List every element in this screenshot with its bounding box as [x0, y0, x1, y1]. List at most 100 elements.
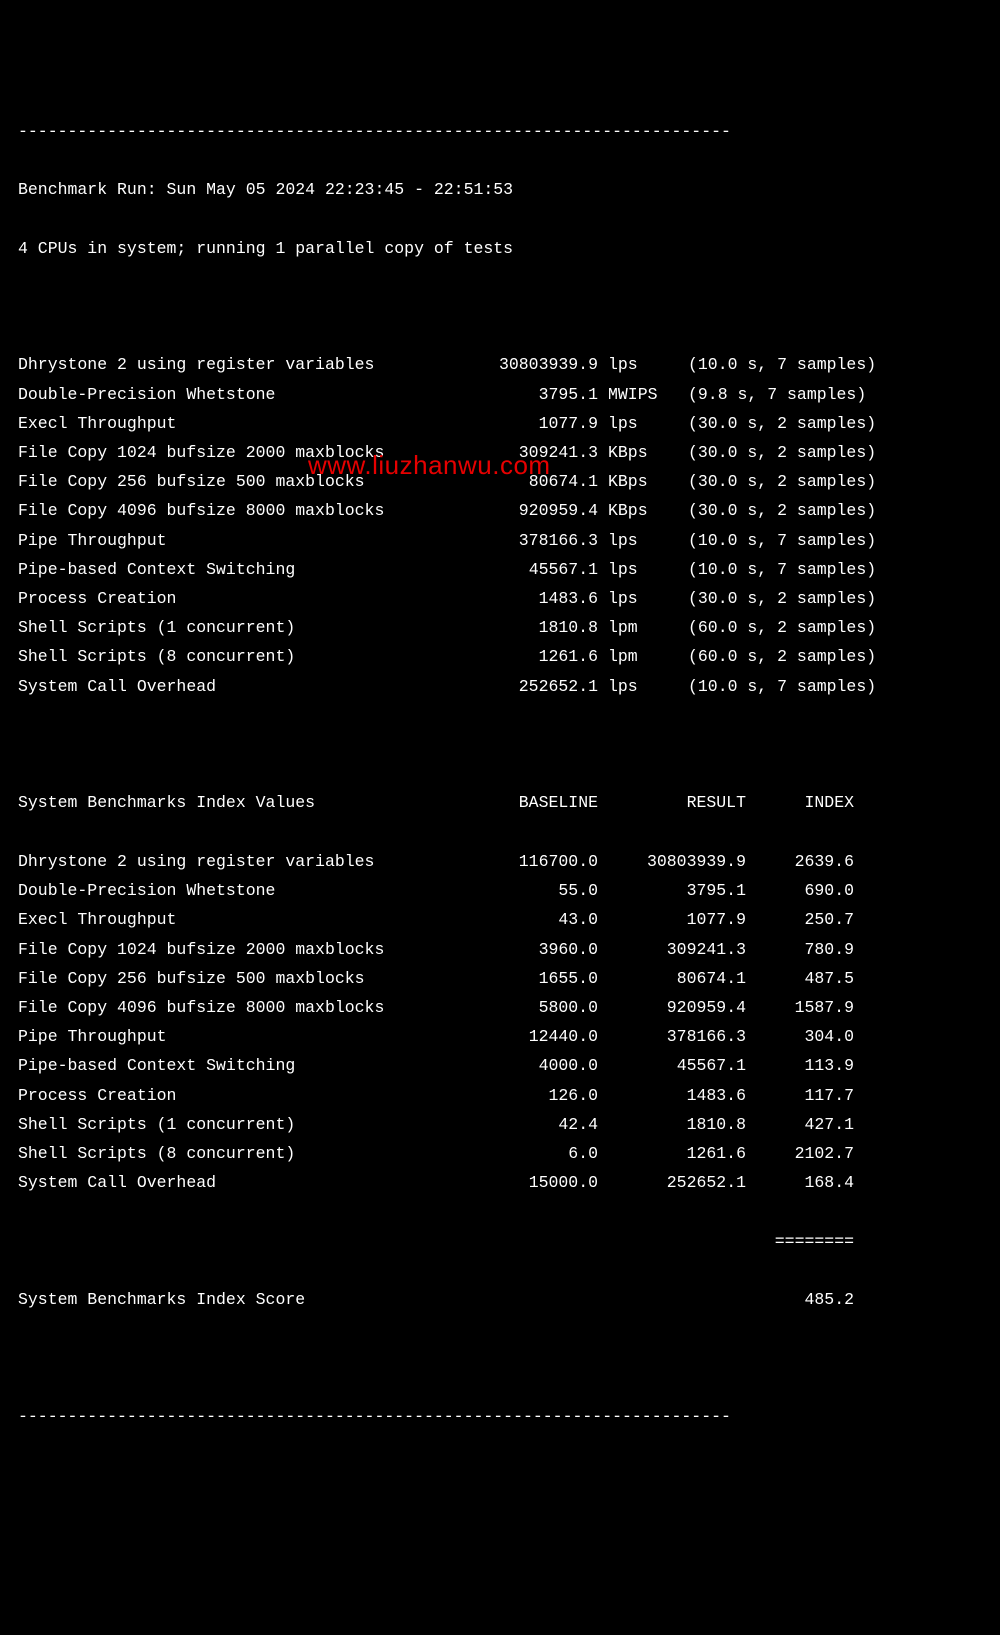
index-row: Shell Scripts (1 concurrent)42.41810.842… [18, 1110, 982, 1139]
index-row: File Copy 256 bufsize 500 maxblocks1655.… [18, 964, 982, 993]
index-name: File Copy 1024 bufsize 2000 maxblocks [18, 935, 463, 964]
test-timing: (10.0 s, 7 samples) [658, 555, 876, 584]
index-header-index: INDEX [746, 788, 854, 817]
test-value: 252652.1 [463, 672, 598, 701]
blank-line [18, 1343, 982, 1372]
index-index: 1587.9 [746, 993, 854, 1022]
index-baseline: 43.0 [463, 905, 598, 934]
test-value: 3795.1 [463, 380, 598, 409]
test-row: Pipe-based Context Switching45567.1lps(1… [18, 555, 982, 584]
index-result: 378166.3 [598, 1022, 746, 1051]
index-baseline: 4000.0 [463, 1051, 598, 1080]
benchmark-tests-block: Dhrystone 2 using register variables3080… [18, 350, 982, 700]
index-index: 168.4 [746, 1168, 854, 1197]
test-name: Pipe-based Context Switching [18, 555, 463, 584]
test-value: 1483.6 [463, 584, 598, 613]
test-timing: (30.0 s, 2 samples) [658, 496, 876, 525]
index-row: Shell Scripts (8 concurrent)6.01261.6210… [18, 1139, 982, 1168]
index-name: Pipe-based Context Switching [18, 1051, 463, 1080]
test-unit: KBps [598, 496, 658, 525]
separator-bottom: ----------------------------------------… [18, 1402, 982, 1431]
test-timing: (30.0 s, 2 samples) [658, 467, 876, 496]
test-unit: lps [598, 555, 658, 584]
index-table-block: Dhrystone 2 using register variables1167… [18, 847, 982, 1197]
index-result: 3795.1 [598, 876, 746, 905]
test-unit: lps [598, 409, 658, 438]
index-result: 80674.1 [598, 964, 746, 993]
index-name: File Copy 4096 bufsize 8000 maxblocks [18, 993, 463, 1022]
equals-line: ======== [18, 1227, 854, 1256]
index-name: Dhrystone 2 using register variables [18, 847, 463, 876]
index-row: Pipe-based Context Switching4000.045567.… [18, 1051, 982, 1080]
index-result: 309241.3 [598, 935, 746, 964]
test-name: Pipe Throughput [18, 526, 463, 555]
index-header-result: RESULT [598, 788, 746, 817]
test-timing: (60.0 s, 2 samples) [658, 642, 876, 671]
test-unit: lps [598, 350, 658, 379]
index-row: File Copy 4096 bufsize 8000 maxblocks580… [18, 993, 982, 1022]
index-result: 252652.1 [598, 1168, 746, 1197]
index-name: Process Creation [18, 1081, 463, 1110]
test-row: Pipe Throughput378166.3lps(10.0 s, 7 sam… [18, 526, 982, 555]
index-row: System Call Overhead15000.0252652.1168.4 [18, 1168, 982, 1197]
test-unit: KBps [598, 467, 658, 496]
index-index: 690.0 [746, 876, 854, 905]
test-value: 80674.1 [463, 467, 598, 496]
test-row: System Call Overhead252652.1lps(10.0 s, … [18, 672, 982, 701]
test-value: 45567.1 [463, 555, 598, 584]
index-baseline: 3960.0 [463, 935, 598, 964]
index-row: Pipe Throughput12440.0378166.3304.0 [18, 1022, 982, 1051]
index-result: 1077.9 [598, 905, 746, 934]
index-name: Double-Precision Whetstone [18, 876, 463, 905]
index-baseline: 12440.0 [463, 1022, 598, 1051]
test-value: 920959.4 [463, 496, 598, 525]
separator-top: ----------------------------------------… [18, 117, 982, 146]
test-name: Dhrystone 2 using register variables [18, 350, 463, 379]
index-result: 45567.1 [598, 1051, 746, 1080]
index-baseline: 42.4 [463, 1110, 598, 1139]
score-value: 485.2 [746, 1285, 854, 1314]
test-row: File Copy 256 bufsize 500 maxblocks80674… [18, 467, 982, 496]
index-result: 1261.6 [598, 1139, 746, 1168]
index-header-name: System Benchmarks Index Values [18, 788, 463, 817]
index-name: Shell Scripts (1 concurrent) [18, 1110, 463, 1139]
test-value: 30803939.9 [463, 350, 598, 379]
index-index: 113.9 [746, 1051, 854, 1080]
index-header-row: System Benchmarks Index Values BASELINE … [18, 788, 982, 817]
index-result: 1483.6 [598, 1081, 746, 1110]
test-row: Process Creation1483.6lps(30.0 s, 2 samp… [18, 584, 982, 613]
cpu-info-line: 4 CPUs in system; running 1 parallel cop… [18, 234, 982, 263]
test-unit: lps [598, 672, 658, 701]
test-name: System Call Overhead [18, 672, 463, 701]
test-row: Execl Throughput1077.9lps(30.0 s, 2 samp… [18, 409, 982, 438]
index-baseline: 6.0 [463, 1139, 598, 1168]
test-timing: (9.8 s, 7 samples) [658, 380, 866, 409]
blank-line [18, 292, 982, 321]
test-timing: (10.0 s, 7 samples) [658, 526, 876, 555]
index-name: File Copy 256 bufsize 500 maxblocks [18, 964, 463, 993]
index-index: 2639.6 [746, 847, 854, 876]
index-index: 2102.7 [746, 1139, 854, 1168]
index-baseline: 116700.0 [463, 847, 598, 876]
index-result: 1810.8 [598, 1110, 746, 1139]
test-name: Shell Scripts (1 concurrent) [18, 613, 463, 642]
index-index: 250.7 [746, 905, 854, 934]
test-unit: lps [598, 584, 658, 613]
test-row: Dhrystone 2 using register variables3080… [18, 350, 982, 379]
test-unit: lpm [598, 642, 658, 671]
index-index: 427.1 [746, 1110, 854, 1139]
index-result: 30803939.9 [598, 847, 746, 876]
index-name: Execl Throughput [18, 905, 463, 934]
test-row: Shell Scripts (8 concurrent)1261.6lpm(60… [18, 642, 982, 671]
index-row: File Copy 1024 bufsize 2000 maxblocks396… [18, 935, 982, 964]
test-value: 1810.8 [463, 613, 598, 642]
test-name: File Copy 1024 bufsize 2000 maxblocks [18, 438, 463, 467]
index-result: 920959.4 [598, 993, 746, 1022]
test-row: File Copy 4096 bufsize 8000 maxblocks920… [18, 496, 982, 525]
test-value: 378166.3 [463, 526, 598, 555]
index-row: Double-Precision Whetstone55.03795.1690.… [18, 876, 982, 905]
test-timing: (60.0 s, 2 samples) [658, 613, 876, 642]
test-unit: lpm [598, 613, 658, 642]
test-value: 309241.3 [463, 438, 598, 467]
test-timing: (10.0 s, 7 samples) [658, 672, 876, 701]
